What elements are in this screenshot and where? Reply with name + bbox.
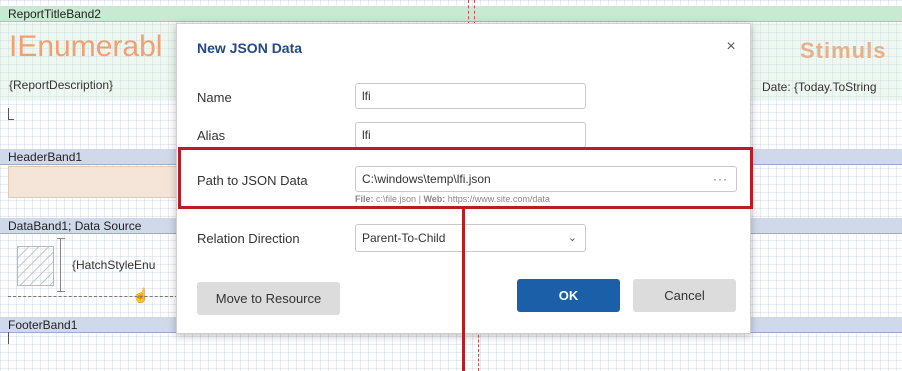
- hatch-style-text[interactable]: {HatchStyleEnu: [72, 258, 155, 272]
- height-brace: [57, 238, 68, 292]
- dialog-title: New JSON Data: [197, 40, 303, 56]
- relation-value: Parent-To-Child: [362, 231, 446, 245]
- band-corner-mark: [8, 332, 14, 344]
- page-margin-guide: [478, 330, 479, 371]
- relation-label: Relation Direction: [197, 231, 300, 246]
- cancel-button[interactable]: Cancel: [633, 279, 736, 312]
- relation-direction-select[interactable]: Parent-To-Child ⌄: [355, 224, 586, 252]
- date-expression-text[interactable]: Date: {Today.ToString: [762, 80, 877, 94]
- hatch-shape[interactable]: [17, 246, 54, 286]
- name-label: Name: [197, 90, 232, 105]
- band-corner-mark: [8, 108, 14, 120]
- band-dashed-divider: [8, 296, 178, 297]
- name-input[interactable]: lfi: [355, 83, 586, 109]
- report-description-text[interactable]: {ReportDescription}: [9, 78, 113, 92]
- alias-input[interactable]: lfi: [355, 122, 586, 148]
- close-icon[interactable]: ×: [722, 38, 740, 56]
- annotation-pointer-line: [462, 209, 465, 371]
- header-band-body[interactable]: [8, 166, 178, 198]
- report-title-text[interactable]: IEnumerabl: [9, 30, 162, 64]
- ok-button[interactable]: OK: [517, 279, 620, 312]
- chevron-down-icon[interactable]: ⌄: [568, 225, 577, 251]
- annotation-highlight-box: [178, 147, 753, 209]
- report-title-band-header[interactable]: ReportTitleBand2: [0, 6, 902, 22]
- move-to-resource-button[interactable]: Move to Resource: [197, 282, 340, 315]
- alias-label: Alias: [197, 128, 226, 143]
- logo: Stimuls: [800, 38, 887, 63]
